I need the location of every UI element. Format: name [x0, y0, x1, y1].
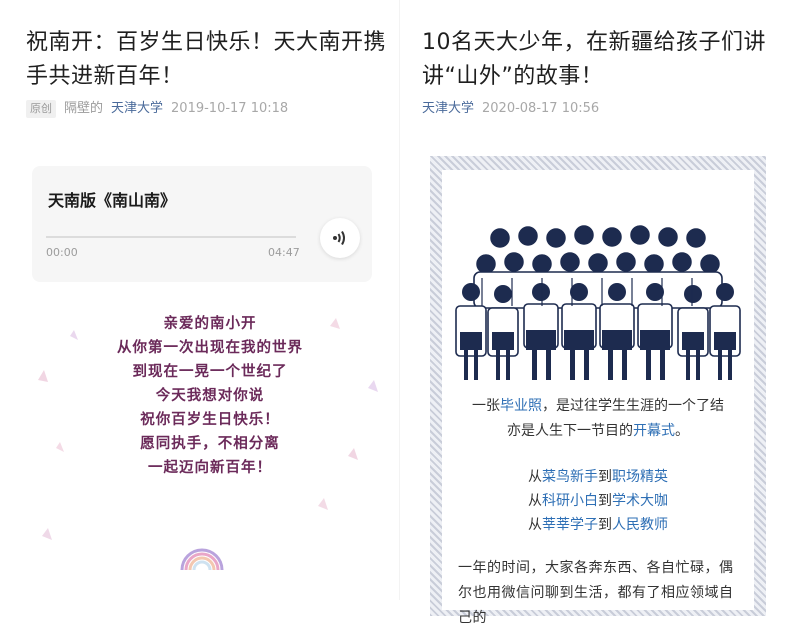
right-article-meta: 天津大学 2020-08-17 10:56: [422, 99, 599, 119]
poem-line: 今天我想对你说: [155, 388, 265, 404]
poem-line: 愿同执手，不相分离: [140, 436, 280, 452]
caption-text: ，是过往学生生涯的一个了结: [542, 398, 724, 414]
poem-line: 祝你百岁生日快乐！: [140, 412, 280, 428]
caption-text: 亦是人生下一节目的: [507, 423, 633, 439]
growth-line: 从菜鸟新手到职场精英: [528, 469, 668, 485]
growth-line: 从科研小白到学术大咖: [528, 493, 668, 509]
author-name[interactable]: 隔壁的: [64, 101, 103, 116]
caption-highlight: 开幕式: [633, 423, 675, 439]
poem-line: 从你第一次出现在我的世界: [117, 340, 303, 356]
growth-line: 从莘莘学子到人民教师: [528, 517, 668, 533]
photo-caption: 一张毕业照，是过往学生生涯的一个了结 亦是人生下一节目的开幕式。: [442, 394, 754, 444]
audio-play-button[interactable]: [320, 218, 360, 258]
audio-duration: 04:47: [268, 246, 300, 259]
account-name[interactable]: 天津大学: [111, 101, 163, 116]
original-tag: 原创: [26, 100, 56, 118]
caption-text: 一张: [472, 398, 500, 414]
poem-line: 亲爱的南小开: [163, 316, 257, 332]
right-article-title[interactable]: 10名天大少年，在新疆给孩子们讲讲“山外”的故事！: [422, 26, 794, 94]
growth-list: 从菜鸟新手到职场精英 从科研小白到学术大咖 从莘莘学子到人民教师: [442, 465, 754, 537]
rainbow-icon: [180, 548, 224, 570]
publish-time: 2020-08-17 10:56: [482, 101, 600, 116]
left-article-meta: 原创 隔壁的 天津大学 2019-10-17 10:18: [26, 99, 288, 119]
audio-current-time: 00:00: [46, 246, 78, 259]
graduation-photo-illustration: [455, 225, 741, 380]
poem: 亲爱的南小开 从你第一次出现在我的世界 到现在一晃一个世纪了 今天我想对你说 祝…: [30, 312, 390, 480]
audio-progress-bar[interactable]: [46, 236, 296, 238]
publish-time: 2019-10-17 10:18: [171, 101, 289, 116]
audio-player[interactable]: 天南版《南山南》 00:00 04:47: [32, 166, 372, 282]
article-body: 一年的时间，大家各奔东西、各自忙碌，偶尔也用微信问聊到生活，都有了相应领域自己的: [458, 560, 734, 626]
caption-text: 。: [675, 423, 689, 439]
left-article-title[interactable]: 祝南开：百岁生日快乐！天大南开携手共进新百年！: [26, 26, 386, 94]
poem-line: 一起迈向新百年！: [148, 460, 272, 476]
audio-title: 天南版《南山南》: [48, 191, 177, 210]
sound-wave-icon: [333, 230, 345, 246]
poem-line: 到现在一晃一个世纪了: [132, 364, 288, 380]
account-name[interactable]: 天津大学: [422, 101, 474, 116]
caption-highlight: 毕业照: [500, 398, 542, 414]
